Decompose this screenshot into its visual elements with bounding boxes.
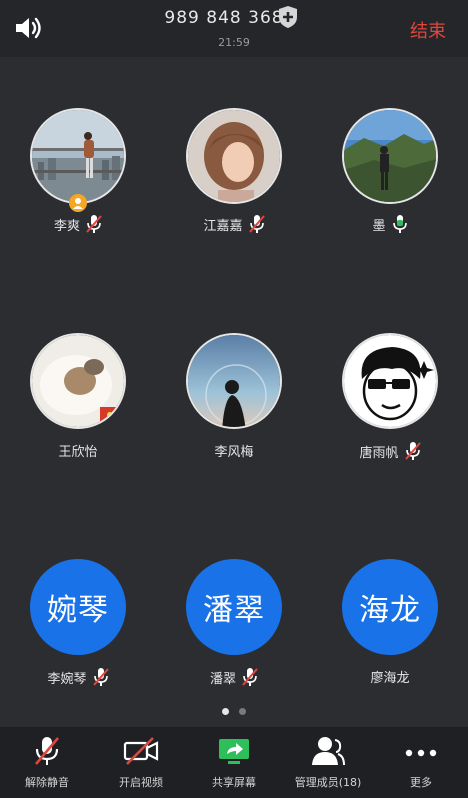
participant-name: 廖海龙	[370, 671, 410, 686]
avatar-city-photo	[32, 110, 124, 202]
avatar	[342, 333, 438, 429]
participant-name-row: 潘翠	[156, 667, 312, 687]
avatar-cat-toy-photo	[32, 335, 124, 427]
participant-name-row: 江嘉嘉	[156, 214, 312, 234]
more-icon	[405, 749, 437, 757]
top-bar: 989 848 368 21:59 结束	[0, 0, 468, 57]
participant-name: 唐雨帆	[359, 445, 399, 461]
share-screen-button[interactable]: 共享屏幕	[187, 727, 281, 798]
mic-muted-icon	[242, 668, 258, 686]
avatar	[30, 333, 126, 429]
manage-members-label: 管理成员(18)	[294, 776, 362, 789]
page-dot-active[interactable]	[222, 708, 229, 715]
participant-name: 李风梅	[214, 445, 254, 460]
mic-muted-icon	[404, 442, 421, 460]
share-screen-label: 共享屏幕	[212, 776, 256, 789]
bottom-toolbar: 解除静音 开启视频 共享屏幕 管理成员(18) 更多	[0, 727, 468, 798]
participant-name: 墨	[372, 218, 386, 234]
avatar-mountain-photo	[344, 110, 436, 202]
video-off-icon	[123, 737, 159, 765]
participant-tile[interactable]: 唐雨帆	[312, 333, 468, 463]
participant-tile[interactable]: 潘翠 潘翠	[156, 559, 312, 689]
participant-name-row: 王欣怡	[0, 441, 156, 460]
members-icon	[312, 737, 345, 766]
avatar	[342, 108, 438, 204]
participant-tile[interactable]: 墨	[312, 108, 468, 238]
avatar	[186, 108, 282, 204]
avatar-silhouette-photo	[188, 335, 280, 427]
participant-name-row: 唐雨帆	[312, 441, 468, 461]
meeting-time: 21:59	[218, 36, 250, 49]
participant-name: 李婉琴	[47, 671, 87, 687]
mic-muted-icon	[86, 215, 102, 233]
unmute-button[interactable]: 解除静音	[0, 727, 94, 798]
participant-name-row: 李婉琴	[0, 667, 156, 687]
mic-muted-icon	[248, 215, 265, 233]
mic-active-icon	[392, 215, 407, 233]
host-badge-icon	[69, 194, 87, 212]
page-dot[interactable]	[239, 708, 246, 715]
participant-name: 王欣怡	[58, 445, 98, 460]
avatar-portrait-photo	[188, 110, 280, 202]
participant-tile[interactable]: 江嘉嘉	[156, 108, 312, 238]
end-meeting-button[interactable]: 结束	[410, 17, 446, 43]
shield-icon[interactable]	[277, 5, 299, 29]
mic-muted-icon	[92, 668, 109, 686]
avatar-cartoon-sunglasses	[344, 335, 436, 427]
participant-tile[interactable]: 婉琴 李婉琴	[0, 559, 156, 689]
participant-name-row: 李风梅	[156, 441, 312, 460]
participant-name: 潘翠	[209, 671, 236, 687]
share-screen-icon	[219, 739, 249, 764]
start-video-button[interactable]: 开启视频	[94, 727, 188, 798]
start-video-label: 开启视频	[119, 776, 163, 789]
participant-name-row: 廖海龙	[312, 667, 468, 686]
more-label: 更多	[410, 776, 432, 789]
avatar	[186, 333, 282, 429]
participant-tile[interactable]: 王欣怡	[0, 333, 156, 463]
avatar-text: 海龙	[342, 559, 438, 655]
avatar-text: 婉琴	[30, 559, 126, 655]
participant-name-row: 李爽	[0, 214, 156, 234]
more-button[interactable]: 更多	[374, 727, 468, 798]
participant-name: 江嘉嘉	[203, 218, 243, 234]
participant-name: 李爽	[53, 218, 80, 234]
participant-tile[interactable]: 李风梅	[156, 333, 312, 463]
page-indicator[interactable]	[0, 708, 468, 715]
participant-tile[interactable]: 李爽	[0, 108, 156, 238]
unmute-label: 解除静音	[25, 776, 69, 789]
manage-members-button[interactable]: 管理成员(18)	[281, 727, 375, 798]
mic-off-icon	[35, 737, 59, 765]
avatar-text: 潘翠	[186, 559, 282, 655]
participant-name-row: 墨	[312, 214, 468, 234]
avatar	[30, 108, 126, 204]
participant-tile[interactable]: 海龙 廖海龙	[312, 559, 468, 689]
meeting-id[interactable]: 989 848 368	[0, 8, 468, 28]
